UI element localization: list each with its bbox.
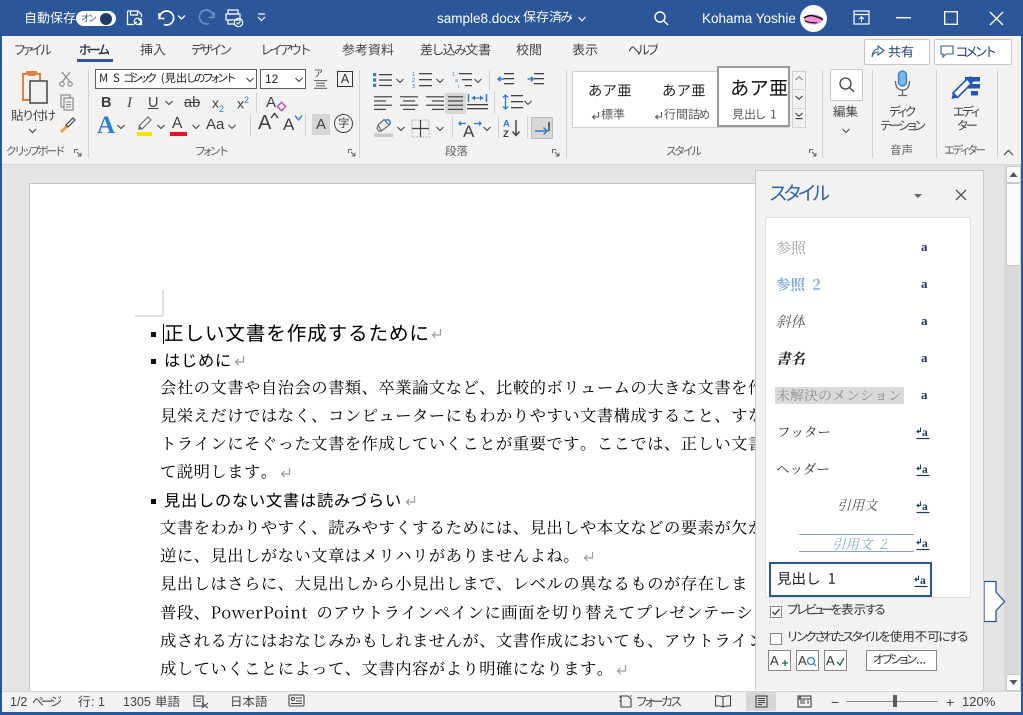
svg-text:a: a (922, 501, 928, 513)
svg-text:i: i (458, 84, 459, 89)
svg-text:A: A (503, 119, 510, 130)
svg-text:a: a (920, 575, 926, 587)
svg-text:a: a (922, 427, 928, 439)
svg-text:3: 3 (412, 84, 415, 89)
svg-text:Z: Z (503, 129, 509, 139)
svg-text:A: A (463, 122, 475, 139)
svg-text:A: A (770, 653, 779, 668)
svg-text:A: A (798, 653, 807, 668)
svg-text:a: a (922, 538, 928, 550)
svg-text:a: a (922, 464, 928, 476)
svg-text:A: A (826, 653, 835, 668)
